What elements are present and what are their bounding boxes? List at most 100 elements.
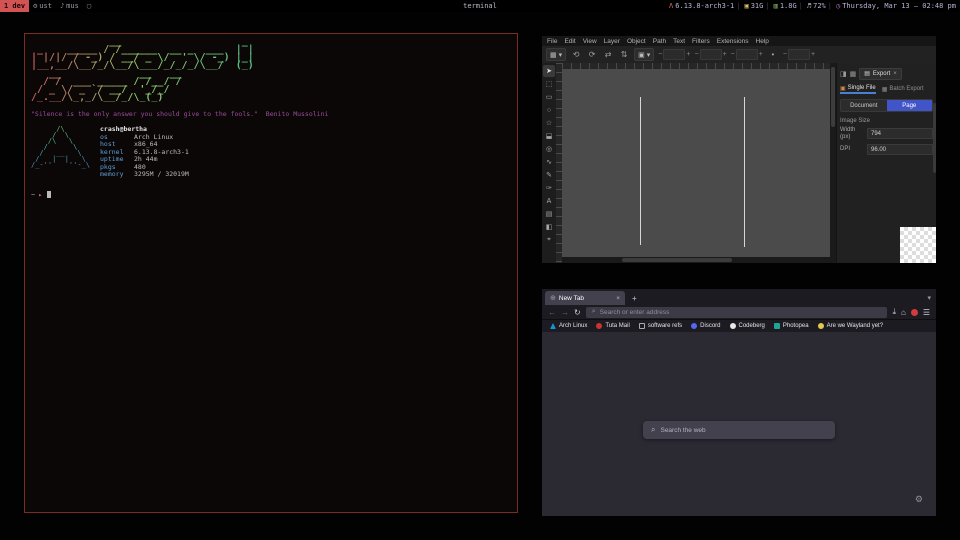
y-position-spinner[interactable]: − + [694, 49, 726, 60]
bookmark-discord[interactable]: Discord [691, 323, 720, 329]
drawn-vertical-line-1[interactable] [640, 97, 641, 245]
menu-object[interactable]: Object [627, 38, 646, 45]
active-tab[interactable]: ⊕ New Tab × [545, 291, 625, 305]
height-spinner[interactable]: − + [783, 49, 815, 60]
selector-tool[interactable]: ➤ [543, 65, 555, 77]
ellipse-tool[interactable]: ○ [543, 104, 555, 116]
width-spinner[interactable]: − + [731, 49, 763, 60]
width-field[interactable] [736, 49, 758, 60]
personalize-gear-icon[interactable]: ⚙ [915, 494, 923, 505]
new-tab-button[interactable]: + [629, 294, 640, 303]
downloads-icon[interactable]: ⤓ [892, 307, 896, 317]
menu-edit[interactable]: Edit [564, 38, 575, 45]
reload-icon[interactable]: ↻ [574, 308, 581, 317]
workspace-2[interactable]: ⚙ ust [29, 0, 56, 12]
minus-icon[interactable]: − [694, 51, 698, 58]
dpi-row: DPI 96.00 [840, 144, 933, 155]
swatches-dialog-icon[interactable]: ▦ [850, 70, 857, 78]
y-position-field[interactable] [700, 49, 722, 60]
star-tool[interactable]: ☆ [543, 117, 555, 129]
chevron-down-icon: ▾ [559, 51, 563, 59]
spiral-tool[interactable]: ◎ [543, 143, 555, 155]
export-dpi-input[interactable]: 96.00 [867, 144, 933, 155]
menu-help[interactable]: Help [756, 38, 769, 45]
ublock-extension-icon[interactable] [911, 309, 918, 316]
bookmark-tuta-mail[interactable]: Tuta Mail [596, 323, 629, 329]
selection-mode-dropdown[interactable]: ▦ ▾ [546, 48, 566, 61]
panel-scrollbar[interactable] [933, 103, 936, 173]
lock-ratio-icon[interactable]: • [767, 50, 779, 59]
export-width-input[interactable]: 794 [867, 128, 933, 139]
bookmark-photopea[interactable]: Photopea [774, 323, 809, 329]
menu-path[interactable]: Path [653, 38, 666, 45]
menu-extensions[interactable]: Extensions [717, 38, 749, 45]
rotate-ccw-icon[interactable]: ⟲ [570, 50, 582, 59]
kernel-text: 6.13.8-arch3-1 [675, 2, 734, 10]
bookmark-are-we-wayland-yet[interactable]: Are we Wayland yet? [818, 323, 883, 329]
height-field[interactable] [788, 49, 810, 60]
plus-icon[interactable]: + [723, 51, 727, 58]
bookmark-codeberg[interactable]: Codeberg [730, 323, 765, 329]
menu-icon[interactable]: ☰ [923, 308, 930, 317]
calligraphy-tool[interactable]: ✑ [543, 182, 555, 194]
drawn-vertical-line-2[interactable] [744, 97, 745, 247]
globe-icon: ⊕ [550, 294, 556, 302]
rectangle-tool[interactable]: ▭ [543, 91, 555, 103]
minus-icon[interactable]: − [783, 51, 787, 58]
batch-export-tab[interactable]: ▦ Batch Export [882, 86, 924, 93]
menu-filters[interactable]: Filters [692, 38, 710, 45]
plus-icon[interactable]: + [686, 51, 690, 58]
terminal-window[interactable]: __ _ _ _____ / /______ __ _ ___ | | | |/… [24, 33, 518, 513]
shell-prompt[interactable]: ~ ▸ [31, 191, 511, 199]
dropper-tool[interactable]: ⌖ [543, 234, 555, 246]
close-tab-icon[interactable]: × [616, 295, 620, 302]
rotate-cw-icon[interactable]: ⟳ [586, 50, 598, 59]
bookmark-arch-linux[interactable]: Arch Linux [550, 323, 587, 329]
single-file-tab[interactable]: ▣ Single File [840, 85, 876, 94]
gradient-tool[interactable]: ▤ [543, 208, 555, 220]
flip-vertical-icon[interactable]: ⇅ [618, 50, 630, 59]
pen-tool[interactable]: ✎ [543, 169, 555, 181]
plus-icon[interactable]: + [811, 51, 815, 58]
node-tool[interactable]: ⬚ [543, 78, 555, 90]
minus-icon[interactable]: − [658, 51, 662, 58]
scrollbar-thumb[interactable] [831, 67, 835, 127]
box3d-tool[interactable]: ⬓ [543, 130, 555, 142]
forward-icon[interactable]: → [561, 308, 569, 317]
flip-horizontal-icon[interactable]: ⇄ [602, 50, 614, 59]
x-position-field[interactable] [663, 49, 685, 60]
plus-icon[interactable]: + [759, 51, 763, 58]
prompt-path: ~ [31, 191, 35, 199]
tuta-favicon [596, 323, 602, 329]
snap-dropdown[interactable]: ▣ ▾ [634, 48, 654, 61]
mesh-tool[interactable]: ◧ [543, 221, 555, 233]
search-icon: ⌕ [592, 308, 596, 316]
menu-text[interactable]: Text [673, 38, 685, 45]
pencil-tool[interactable]: ∿ [543, 156, 555, 168]
text-tool[interactable]: A [543, 195, 555, 207]
workspace-4[interactable]: ▢ [83, 0, 95, 12]
menu-layer[interactable]: Layer [604, 38, 620, 45]
workspace-1[interactable]: 1 dev [0, 0, 29, 12]
fill-stroke-dialog-icon[interactable]: ◨ [840, 70, 847, 78]
document-button[interactable]: Document [841, 100, 887, 111]
x-position-spinner[interactable]: − + [658, 49, 690, 60]
inkscape-canvas[interactable] [562, 69, 830, 257]
single-file-icon: ▣ [840, 85, 846, 92]
close-icon[interactable]: × [893, 71, 897, 77]
bookmark-folder-software-refs[interactable]: software refs [639, 323, 682, 329]
horizontal-scrollbar[interactable] [562, 257, 830, 263]
workspace-3[interactable]: ♪ mus [56, 0, 83, 12]
newtab-search-box[interactable]: ⌕ Search the web [643, 421, 835, 439]
scrollbar-thumb[interactable] [622, 258, 732, 262]
export-dialog-tab[interactable]: ▤ Export × [859, 68, 902, 80]
menu-file[interactable]: File [547, 38, 557, 45]
back-icon[interactable]: ← [548, 308, 556, 317]
page-button[interactable]: Page [887, 100, 933, 111]
bookmark-label: software refs [648, 323, 682, 329]
menu-view[interactable]: View [583, 38, 597, 45]
address-bar[interactable]: ⌕ Search or enter address [586, 307, 888, 318]
minus-icon[interactable]: − [731, 51, 735, 58]
list-all-tabs-icon[interactable]: ▾ [927, 294, 933, 302]
home-icon[interactable]: ⌂ [901, 308, 906, 317]
